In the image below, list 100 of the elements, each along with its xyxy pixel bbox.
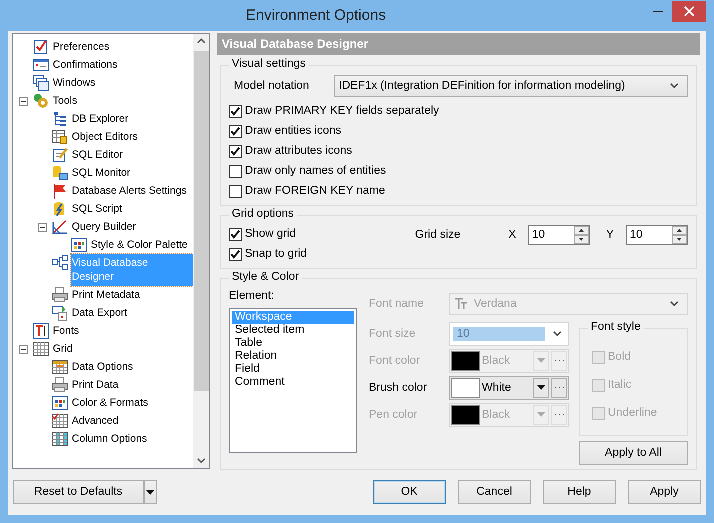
field-label: Font name — [369, 298, 425, 310]
scrollbar[interactable] — [193, 34, 209, 468]
printer-icon — [52, 287, 68, 303]
tree-item[interactable]: Query Builder — [71, 218, 193, 236]
tree-item[interactable]: SQL Script — [71, 200, 193, 218]
list-item[interactable]: Field — [232, 363, 354, 376]
apply-to-all-button[interactable]: Apply to All — [579, 441, 688, 465]
group-title: Style & Color — [229, 271, 302, 283]
field-label: Model notation — [233, 80, 310, 92]
checkbox-label: Draw PRIMARY KEY fields separately — [245, 105, 440, 117]
group-title: Visual settings — [229, 58, 309, 70]
field-label: Y — [606, 229, 614, 241]
tree-item[interactable]: Preferences — [52, 38, 193, 56]
palette-icon — [52, 395, 68, 411]
tree-item[interactable]: Object Editors — [71, 128, 193, 146]
tree-item[interactable]: Fonts — [52, 322, 193, 340]
palette-icon — [71, 237, 87, 253]
caret-icon — [536, 385, 546, 390]
list-item[interactable]: Relation — [232, 350, 354, 363]
tree-item[interactable]: Data Export — [71, 304, 193, 322]
checkbox[interactable] — [229, 144, 242, 158]
caret-icon — [146, 490, 155, 494]
tree-item[interactable]: Confirmations — [52, 56, 193, 74]
windows-icon — [33, 75, 49, 91]
dialog-button[interactable]: Cancel — [458, 480, 531, 504]
color-picker[interactable]: White — [449, 376, 569, 400]
tree-item[interactable]: Tools — [52, 92, 193, 110]
list-item[interactable]: Selected item — [232, 324, 354, 337]
caret-icon — [536, 412, 546, 417]
checkbox-label: Underline — [608, 407, 658, 419]
dropdown-button[interactable] — [144, 480, 157, 504]
flag-icon — [52, 183, 68, 199]
field-label: Pen color — [369, 408, 419, 420]
collapse-icon[interactable] — [19, 96, 28, 106]
caret-icon — [536, 358, 546, 363]
field-label: Grid size — [415, 229, 461, 241]
dialog-button[interactable]: Apply — [628, 480, 701, 504]
close-button[interactable] — [672, 1, 706, 22]
diagram-icon — [52, 255, 68, 271]
scrollbar-thumb[interactable] — [194, 51, 208, 391]
tree-item[interactable]: DB Explorer — [71, 110, 193, 128]
checklist-icon — [33, 39, 49, 55]
checkbox[interactable] — [229, 104, 242, 118]
tree-item[interactable]: SQL Editor — [71, 146, 193, 164]
notation-dropdown[interactable]: IDEF1x (Integration DEFinition for information modeling) — [334, 75, 688, 97]
minimize-icon — [653, 10, 663, 12]
tree-item[interactable]: Column Options — [71, 430, 193, 448]
checkbox[interactable] — [229, 124, 242, 138]
font-icon — [454, 298, 468, 310]
tree-item[interactable]: Database Alerts Settings — [71, 182, 193, 200]
checkbox[interactable] — [229, 248, 242, 260]
checkbox-label: Draw FOREIGN KEY name — [245, 185, 386, 197]
field-label: Element: — [229, 290, 276, 302]
checkbox-label: Italic — [608, 379, 632, 391]
grid-options-icon — [52, 359, 68, 375]
tree-item[interactable]: Grid — [52, 340, 193, 358]
list-item[interactable]: Comment — [232, 376, 354, 389]
spinner-icon[interactable] — [574, 226, 590, 244]
tree-item[interactable]: Windows — [52, 74, 193, 92]
checkbox-label: Snap to grid — [245, 248, 308, 260]
tree-item[interactable]: Print Metadata — [71, 286, 193, 304]
number-field[interactable]: 10 — [626, 225, 688, 245]
dropdown-button[interactable] — [533, 378, 549, 398]
tree-item[interactable]: Print Data — [71, 376, 193, 394]
tree-item[interactable]: Advanced — [71, 412, 193, 430]
field-label: Brush color — [369, 382, 428, 394]
panel-header: Visual Database Designer — [217, 33, 700, 55]
spinner-icon[interactable] — [672, 226, 687, 244]
tree-item[interactable]: Color & Formats — [71, 394, 193, 412]
checkbox-label: Bold — [608, 351, 632, 363]
grid-icon — [33, 341, 49, 357]
close-icon — [684, 6, 694, 17]
caret-icon — [670, 83, 679, 89]
reset-button[interactable]: Reset to Defaults — [13, 480, 144, 504]
list-item[interactable]: Table — [232, 337, 354, 350]
tree-item[interactable]: SQL Monitor — [71, 164, 193, 182]
grid-check-icon — [52, 413, 68, 429]
checkbox-label: Draw entities icons — [245, 125, 342, 137]
font-icon — [33, 323, 49, 339]
window-title: Environment Options — [246, 7, 386, 24]
tree-item[interactable]: Data Options — [71, 358, 193, 376]
checkbox-label: Draw only names of entities — [245, 165, 386, 177]
checkbox[interactable] — [229, 184, 242, 198]
group-title: Grid options — [229, 208, 298, 220]
element-list[interactable]: Workspace Selected item Table Relation Field Comment — [229, 308, 357, 453]
field-label: Font color — [369, 354, 422, 366]
checkbox[interactable] — [229, 164, 242, 178]
number-field[interactable]: 10 — [528, 225, 590, 245]
collapse-icon[interactable] — [19, 344, 28, 354]
caret-icon — [553, 330, 562, 336]
dialog-button[interactable]: Help — [543, 480, 616, 504]
checkbox[interactable] — [229, 228, 242, 240]
collapse-icon[interactable] — [38, 222, 47, 232]
editor-icon — [52, 147, 68, 163]
group-title: Font style — [588, 321, 644, 333]
checkbox-label: Draw attributes icons — [245, 145, 352, 157]
database-monitor-icon — [52, 165, 68, 181]
field-label: Font size — [369, 328, 417, 340]
tree-item[interactable]: Style & Color Palette — [90, 236, 193, 254]
dialog-button[interactable]: OK — [373, 480, 446, 504]
